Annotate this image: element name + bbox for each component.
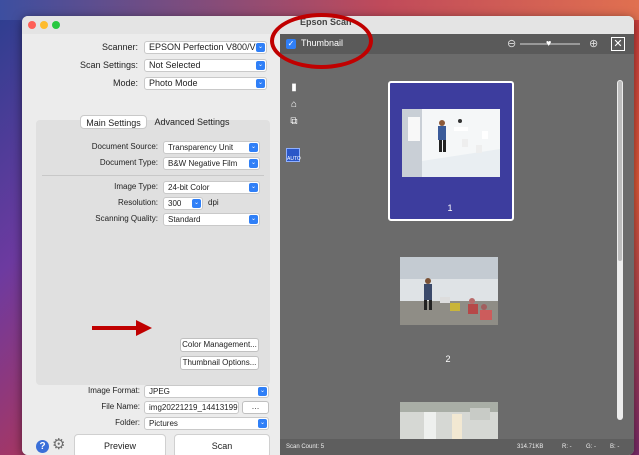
help-icon[interactable]: ? bbox=[36, 440, 49, 453]
scanner-select[interactable]: EPSON Perfection V800/V8... ⌄ bbox=[144, 41, 267, 54]
zoom-window-button[interactable] bbox=[52, 21, 60, 29]
thumbnail-image-1 bbox=[402, 109, 500, 177]
document-source-label: Document Source: bbox=[91, 142, 158, 151]
file-size: 314.71KB bbox=[517, 444, 544, 450]
chevron-down-icon: ⌄ bbox=[256, 79, 265, 88]
divider bbox=[42, 175, 264, 176]
image-type-select[interactable]: 24-bit Color ⌄ bbox=[163, 181, 260, 194]
document-type-select[interactable]: B&W Negative Film ⌄ bbox=[163, 157, 260, 170]
copy-icon[interactable]: ⧉ bbox=[288, 116, 300, 128]
preview-panel: ✓ Thumbnail ⊖ ♥ ⊕ ✕ ▮ ⌂ ⧉ AUTO 1 2 Scan … bbox=[280, 34, 634, 455]
epson-scan-window: Epson Scan Scanner: EPSON Perfection V80… bbox=[22, 16, 634, 455]
color-management-button[interactable]: Color Management... bbox=[180, 338, 259, 352]
document-type-label: Document Type: bbox=[99, 158, 158, 167]
thumbnail-frame-3[interactable] bbox=[388, 399, 514, 439]
annotation-circle bbox=[270, 13, 373, 69]
image-type-label: Image Type: bbox=[114, 182, 158, 191]
green-readout: G: - bbox=[586, 444, 596, 450]
mode-label: Mode: bbox=[112, 78, 138, 88]
image-format-label: Image Format: bbox=[87, 386, 140, 395]
scanning-quality-label: Scanning Quality: bbox=[95, 214, 158, 223]
close-icon[interactable]: ✕ bbox=[611, 37, 625, 51]
zoom-slider-handle[interactable]: ♥ bbox=[546, 38, 551, 48]
resolution-unit: dpi bbox=[208, 198, 219, 207]
thumbnail-scrollbar-thumb[interactable] bbox=[618, 81, 622, 261]
image-format-select[interactable]: JPEG ⌄ bbox=[144, 385, 269, 398]
status-bar: Scan Count: 5 314.71KB R: - G: - B: - bbox=[280, 439, 634, 455]
gear-icon[interactable]: ⚙ bbox=[52, 437, 65, 452]
scan-count: Scan Count: 5 bbox=[286, 444, 325, 450]
chevron-down-icon: ⌄ bbox=[192, 199, 201, 208]
preview-button[interactable]: Preview bbox=[74, 434, 166, 455]
red-readout: R: - bbox=[562, 444, 572, 450]
thumbnail-frame-number: 1 bbox=[447, 203, 453, 213]
chevron-down-icon: ⌄ bbox=[249, 143, 258, 152]
zoom-in-icon[interactable]: ⊕ bbox=[589, 37, 598, 50]
chevron-down-icon: ⌄ bbox=[249, 159, 258, 168]
tab-main-settings[interactable]: Main Settings bbox=[80, 115, 147, 129]
file-name-field[interactable]: img20221219_14413199.jpg bbox=[144, 401, 239, 414]
scan-settings-select[interactable]: Not Selected ⌄ bbox=[144, 59, 267, 72]
file-name-value: img20221219_14413199.jpg bbox=[149, 403, 239, 412]
resolution-value: 300 bbox=[168, 199, 182, 208]
scanner-lid-icon[interactable]: ⌂ bbox=[288, 99, 300, 111]
document-type-value: B&W Negative Film bbox=[168, 159, 238, 168]
scanning-quality-value: Standard bbox=[168, 215, 201, 224]
folder-label: Folder: bbox=[115, 418, 140, 427]
minimize-window-button[interactable] bbox=[40, 21, 48, 29]
tab-advanced-settings[interactable]: Advanced Settings bbox=[149, 115, 235, 129]
file-name-label: File Name: bbox=[101, 402, 140, 411]
thumbnail-frame-number: 2 bbox=[445, 354, 451, 364]
folder-select[interactable]: Pictures ⌄ bbox=[144, 417, 269, 430]
chevron-down-icon: ⌄ bbox=[258, 387, 267, 396]
scanning-quality-select[interactable]: Standard ⌄ bbox=[163, 213, 260, 226]
thumbnail-frame-1[interactable]: 1 bbox=[388, 81, 514, 221]
chevron-down-icon: ⌄ bbox=[258, 419, 267, 428]
annotation-arrow-head bbox=[136, 320, 152, 336]
file-name-settings-button[interactable]: … bbox=[242, 401, 269, 414]
document-source-value: Transparency Unit bbox=[168, 143, 234, 152]
chevron-down-icon: ⌄ bbox=[249, 215, 258, 224]
annotation-arrow bbox=[92, 326, 138, 330]
scanner-label: Scanner: bbox=[101, 42, 138, 52]
document-icon[interactable]: ▮ bbox=[288, 82, 300, 94]
thumbnail-image-3 bbox=[400, 402, 498, 439]
mode-select[interactable]: Photo Mode ⌄ bbox=[144, 77, 267, 90]
scan-settings-value: Not Selected bbox=[149, 60, 201, 70]
thumbnail-image-2 bbox=[400, 257, 498, 325]
chevron-down-icon: ⌄ bbox=[249, 183, 258, 192]
settings-panel: Scanner: EPSON Perfection V800/V8... ⌄ S… bbox=[22, 34, 280, 455]
resolution-select[interactable]: 300 ⌄ bbox=[163, 197, 203, 210]
chevron-down-icon: ⌄ bbox=[256, 61, 265, 70]
close-window-button[interactable] bbox=[28, 21, 36, 29]
scanner-value: EPSON Perfection V800/V8... bbox=[149, 42, 267, 52]
chevron-down-icon: ⌄ bbox=[256, 43, 265, 52]
thumbnail-frame-2[interactable]: 2 bbox=[388, 254, 514, 364]
scan-settings-label: Scan Settings: bbox=[79, 60, 138, 70]
image-type-value: 24-bit Color bbox=[168, 183, 210, 192]
thumbnail-options-button[interactable]: Thumbnail Options... bbox=[180, 356, 259, 370]
auto-exposure-icon[interactable]: AUTO bbox=[286, 148, 301, 162]
image-format-value: JPEG bbox=[149, 387, 170, 396]
resolution-label: Resolution: bbox=[117, 198, 158, 207]
scan-button[interactable]: Scan bbox=[174, 434, 270, 455]
mode-value: Photo Mode bbox=[149, 78, 198, 88]
folder-value: Pictures bbox=[149, 419, 178, 428]
blue-readout: B: - bbox=[610, 444, 620, 450]
zoom-out-icon[interactable]: ⊖ bbox=[507, 37, 516, 50]
document-source-select[interactable]: Transparency Unit ⌄ bbox=[163, 141, 260, 154]
